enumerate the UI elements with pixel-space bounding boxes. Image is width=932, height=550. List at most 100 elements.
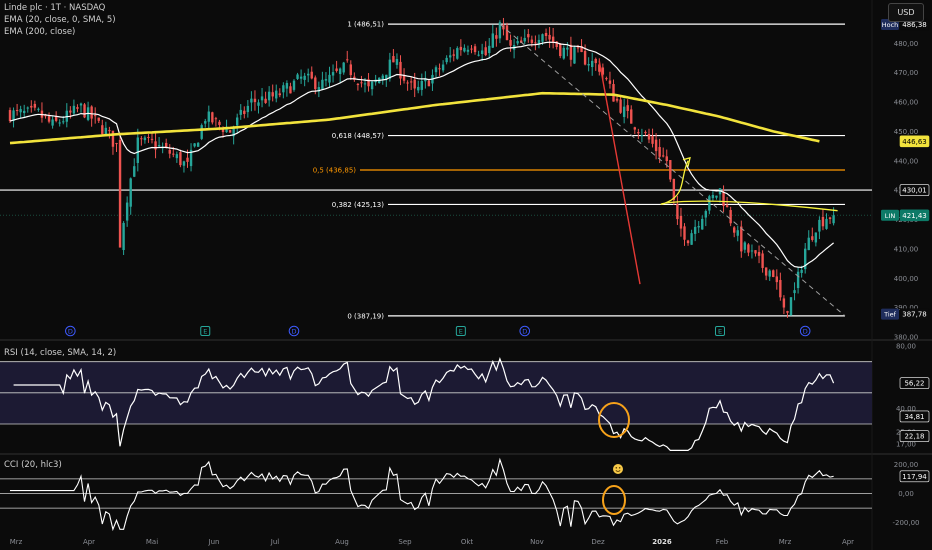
candle-body (701, 218, 704, 230)
price-tag-value-2: 430,01 (902, 187, 927, 195)
candle-body (33, 103, 37, 108)
time-label-6: Sep (398, 538, 412, 546)
cci-line (10, 457, 834, 532)
candle-body (363, 83, 367, 85)
price-tag-value-4: 387,78 (902, 311, 927, 319)
candle-body (637, 132, 640, 134)
candle-body (683, 226, 686, 240)
candle-body (236, 117, 239, 126)
time-label-7: Okt (461, 538, 474, 546)
candle-body (715, 195, 718, 198)
candle-body (736, 230, 739, 236)
time-label-11: Feb (716, 538, 729, 546)
candle-body (253, 98, 257, 103)
candle-body (193, 143, 196, 147)
candle-body (335, 68, 338, 71)
candle-body (310, 71, 313, 79)
candle-body (388, 59, 392, 79)
candle-body (605, 78, 608, 80)
candle-body (420, 80, 423, 90)
ema200-legend[interactable]: EMA (200, close) (4, 27, 75, 37)
candle-body (665, 156, 668, 162)
candle-body (534, 42, 537, 44)
cci-tick-1: 0,00 (898, 490, 914, 498)
currency-button[interactable]: USD (888, 3, 924, 22)
candle-body (179, 152, 182, 166)
fib-label-0: 1 (486,51) (347, 21, 384, 29)
price-tick-11: 380,00 (894, 334, 919, 342)
candle-body (530, 39, 534, 43)
candle-body (743, 242, 747, 250)
candle-body (704, 211, 707, 218)
cci-title: CCI (20, hlc3) (4, 460, 62, 470)
candle-body (438, 68, 441, 70)
candle-body (686, 240, 690, 244)
candle-body (779, 279, 782, 298)
candle-body (445, 57, 448, 63)
candle-body (299, 76, 303, 79)
candle-body (133, 166, 136, 177)
candle-body (757, 252, 761, 256)
candle-body (328, 74, 331, 83)
candle-body (140, 138, 143, 140)
candle-body (456, 48, 459, 59)
smiley-eye-left (615, 467, 618, 469)
time-label-8: Nov (530, 538, 544, 546)
candle-body (793, 290, 796, 294)
candle-body (679, 215, 683, 229)
candle-body (463, 47, 466, 52)
ema20-legend[interactable]: EMA (20, close, 0, SMA, 5) (4, 15, 116, 25)
candle-body (647, 133, 651, 140)
candle-body (104, 127, 108, 135)
red-trend-line (598, 60, 641, 285)
candle-body (725, 205, 729, 208)
price-pane: 1 (486,51) 0,618 (448,57) 0,5 (436,85) 0,38… (0, 10, 930, 342)
candle-body (548, 34, 551, 40)
price-tag-label-3: LIN (885, 212, 896, 220)
event-letter-4: D (522, 328, 527, 336)
candle-body (314, 77, 317, 90)
candle-body (239, 109, 242, 115)
candle-body (72, 105, 76, 114)
candle-body (101, 125, 104, 135)
candle-body (775, 276, 778, 283)
candle-body (122, 222, 125, 251)
candle-body (772, 270, 775, 277)
candle-body (413, 79, 416, 89)
rsi-tag-value-2: 22,18 (904, 433, 924, 441)
candle-body (115, 143, 118, 145)
candle-body (271, 92, 274, 97)
candle-body (58, 122, 61, 124)
price-tick-9: 400,00 (894, 275, 919, 283)
candle-body (19, 109, 22, 113)
candle-body (211, 112, 214, 123)
candle-body (693, 226, 697, 234)
event-letter-1: E (203, 328, 207, 336)
price-tick-5: 440,00 (894, 157, 919, 165)
candle-body (449, 55, 452, 58)
candle-body (356, 83, 360, 86)
candle-body (484, 47, 487, 56)
event-letter-5: E (718, 328, 722, 336)
candle-body (360, 82, 363, 84)
time-label-3: Jun (208, 538, 220, 546)
price-tick-8: 410,00 (894, 245, 919, 253)
candle-body (399, 61, 402, 79)
candle-body (147, 136, 150, 138)
candle-body (303, 75, 306, 80)
candle-body (452, 54, 455, 56)
price-tick-4: 450,00 (894, 128, 919, 136)
candle-body (800, 269, 803, 273)
price-tag-label-4: Tief (883, 311, 897, 319)
candle-body (708, 196, 711, 211)
candle-body (83, 104, 86, 118)
candle-body (204, 121, 207, 124)
candle-body (622, 106, 626, 117)
candle-body (108, 130, 111, 132)
candle-body (480, 50, 484, 54)
candle-body (509, 39, 512, 46)
candle-body (523, 37, 526, 42)
stock-chart[interactable]: 1 (486,51) 0,618 (448,57) 0,5 (436,85) 0,38… (0, 0, 932, 550)
candle-body (640, 135, 644, 137)
cci-tick-0: 200,00 (894, 461, 919, 469)
